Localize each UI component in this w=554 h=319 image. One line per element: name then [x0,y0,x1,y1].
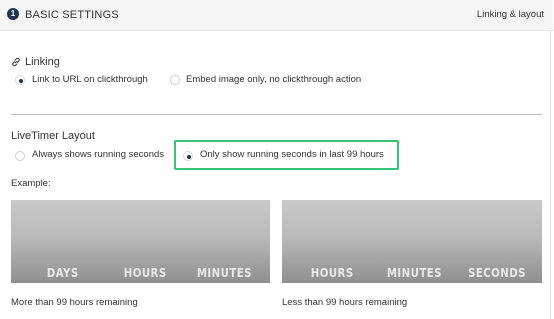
timer-preview-under-99-hours: HOURS MINUTES SECONDS [282,200,542,283]
section-header: 1 BASIC SETTINGS Linking & layout [0,0,553,31]
unit-label-hours: HOURS [123,266,167,280]
section-title: BASIC SETTINGS [25,9,119,21]
example-label: Example: [11,178,51,189]
unit-label-minutes: MINUTES [196,266,252,280]
section-divider [11,114,542,115]
livetimer-layout-title: LiveTimer Layout [11,130,95,142]
timer-preview-over-99-hours: DAYS HOURS MINUTES [11,200,270,283]
radio-embed-image-only-label[interactable]: Embed image only, no clickthrough action [186,74,361,85]
radio-seconds-last-99-hours[interactable] [183,151,193,161]
linking-title: Linking [25,56,60,68]
unit-label-days: DAYS [46,266,79,280]
unit-label-minutes: MINUTES [386,266,442,280]
radio-link-to-url[interactable] [15,75,25,85]
radio-embed-image-only[interactable] [170,75,180,85]
unit-label-hours: HOURS [310,266,354,280]
radio-link-to-url-label[interactable]: Link to URL on clickthrough [32,74,148,85]
step-number-badge: 1 [7,8,19,20]
unit-label-seconds: SECONDS [468,266,526,280]
radio-seconds-last-99-hours-label[interactable]: Only show running seconds in last 99 hou… [200,149,384,160]
radio-always-show-seconds-label[interactable]: Always shows running seconds [32,149,164,160]
link-icon [12,57,20,67]
basic-settings-panel: 1 BASIC SETTINGS Linking & layout Linkin… [0,0,553,319]
radio-always-show-seconds[interactable] [15,151,25,161]
preview-caption-under-99: Less than 99 hours remaining [282,297,408,308]
linking-layout-link[interactable]: Linking & layout [477,9,544,20]
preview-caption-over-99: More than 99 hours remaining [11,297,138,308]
